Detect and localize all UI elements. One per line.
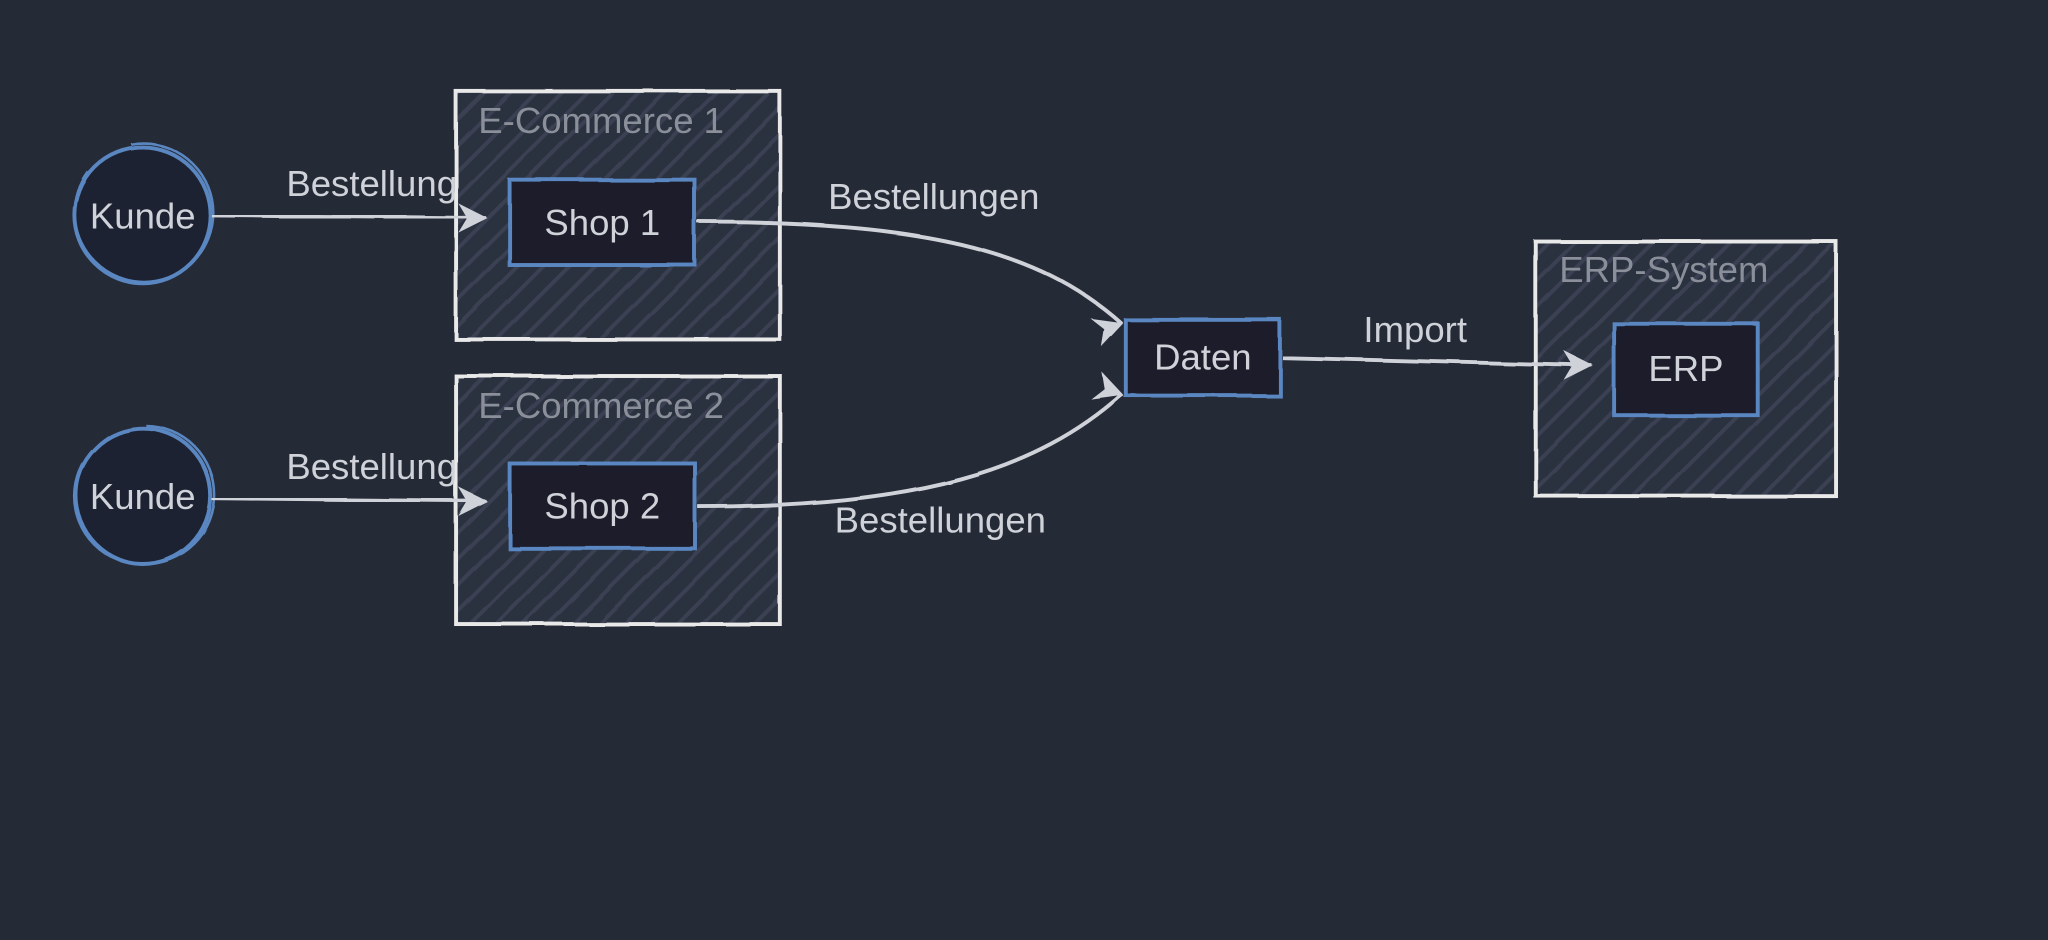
diagram-canvas: Kunde Kunde E-Commerce 1 Shop 1 E-Commer… [0, 0, 2048, 940]
erp-system-title: ERP-System [1559, 249, 1768, 290]
edge-bestellung-2-label: Bestellung [286, 446, 457, 487]
edge-kunde2-shop2 [212, 488, 486, 514]
kunde-2-label: Kunde [90, 476, 196, 517]
ecommerce-1-title: E-Commerce 1 [478, 100, 724, 141]
edge-bestellung-1-label: Bestellung [286, 163, 457, 204]
ecommerce-2-title: E-Commerce 2 [478, 385, 724, 426]
edge-import-label: Import [1363, 309, 1467, 350]
edge-bestellungen-2-label: Bestellungen [835, 500, 1046, 541]
daten-label: Daten [1154, 336, 1252, 377]
edge-bestellungen-1-label: Bestellungen [828, 176, 1039, 217]
shop-2-label: Shop 2 [544, 485, 660, 526]
erp-label: ERP [1648, 348, 1723, 389]
shop-1-label: Shop 1 [544, 202, 660, 243]
kunde-1-label: Kunde [90, 195, 196, 236]
edge-kunde1-shop1 [212, 205, 486, 231]
